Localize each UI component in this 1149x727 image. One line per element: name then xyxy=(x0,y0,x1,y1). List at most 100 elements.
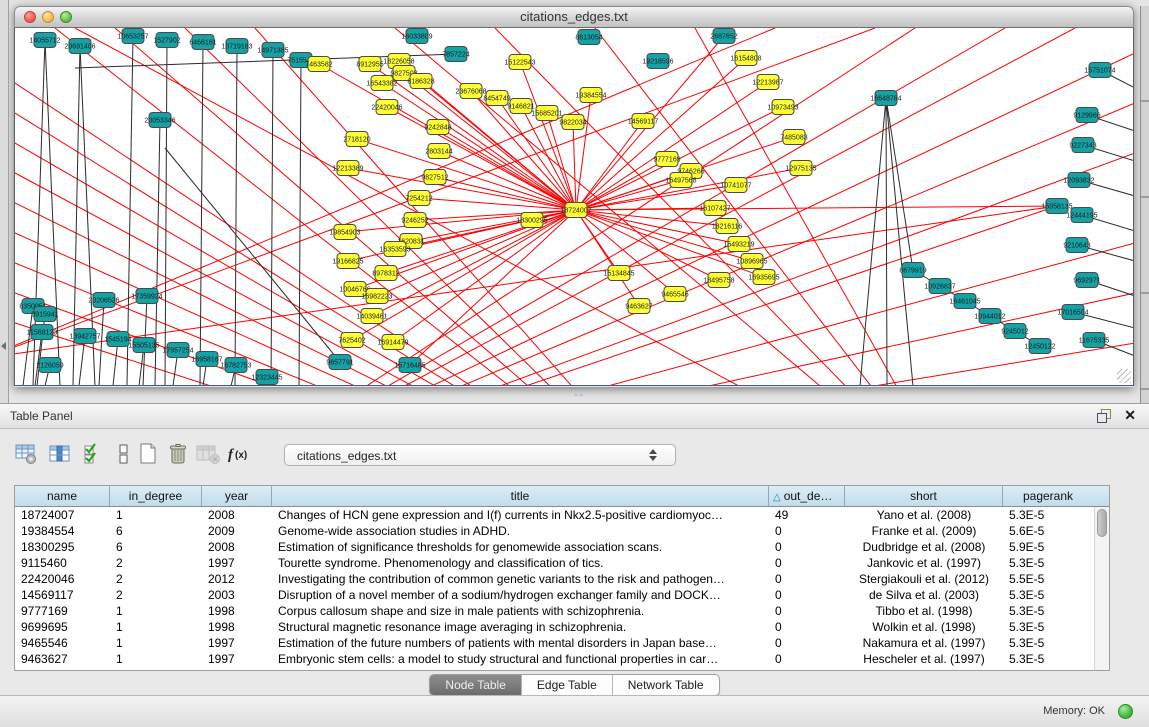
network-graph[interactable]: 1405571220691406106532571527902646616110… xyxy=(15,28,1134,386)
table-settings-icon[interactable] xyxy=(12,440,40,468)
row-height-icon[interactable] xyxy=(110,440,138,468)
network-node[interactable]: 3915941 xyxy=(31,307,58,322)
network-node[interactable]: 9227343 xyxy=(1069,138,1096,153)
table-row[interactable]: 911546021997Tourette syndrome. Phenomeno… xyxy=(15,555,1109,571)
network-node[interactable]: 2803144 xyxy=(425,144,452,159)
memory-status-indicator[interactable] xyxy=(1118,704,1133,719)
network-node[interactable]: 10926837 xyxy=(924,279,955,294)
network-node[interactable]: 9822034 xyxy=(559,115,586,130)
network-node[interactable]: 9657791 xyxy=(326,355,353,370)
float-window-icon[interactable] xyxy=(1097,409,1111,423)
function-builder-icon[interactable]: f(x) xyxy=(226,440,254,468)
network-node[interactable]: 20053346 xyxy=(144,113,175,128)
network-node[interactable]: 12093832 xyxy=(1063,173,1094,188)
network-node[interactable]: 7254212 xyxy=(405,191,432,206)
network-node[interactable]: 9777169 xyxy=(653,152,680,167)
zoom-window-button[interactable] xyxy=(60,11,72,23)
network-node[interactable]: 9463627 xyxy=(625,299,652,314)
network-edge[interactable] xyxy=(235,46,237,386)
network-node[interactable]: 18216116 xyxy=(712,219,743,234)
column-header-title[interactable]: title xyxy=(272,486,769,506)
table-row[interactable]: 946554611997Estimation of the future num… xyxy=(15,635,1109,651)
close-window-button[interactable] xyxy=(24,11,36,23)
network-edge[interactable] xyxy=(200,42,203,386)
left-collapsed-panel[interactable] xyxy=(0,0,9,403)
table-row[interactable]: 946362711997Embryonic stem cells: a mode… xyxy=(15,651,1109,667)
network-node[interactable]: 16782753 xyxy=(220,358,251,373)
network-node[interactable]: 16033809 xyxy=(401,29,432,44)
network-node[interactable]: 16461045 xyxy=(949,294,980,309)
network-node[interactable]: 9129966 xyxy=(1073,108,1100,123)
network-edge[interactable] xyxy=(576,210,639,306)
table-row[interactable]: 2242004622012Investigating the contribut… xyxy=(15,571,1109,587)
select-rows-icon[interactable] xyxy=(80,440,108,468)
network-node[interactable]: 15958135 xyxy=(1041,199,1072,214)
network-edge[interactable] xyxy=(886,98,887,386)
column-header-short[interactable]: short xyxy=(845,486,1003,506)
network-node[interactable]: 14569117 xyxy=(628,114,659,129)
network-edge[interactable] xyxy=(195,103,1134,386)
network-edge[interactable] xyxy=(15,206,1057,358)
network-node[interactable]: 16543382 xyxy=(366,76,397,91)
network-node[interactable]: 17016504 xyxy=(1057,305,1088,320)
right-scroll-strip[interactable] xyxy=(1140,6,1149,403)
window-titlebar[interactable]: citations_edges.txt xyxy=(14,6,1134,28)
network-node[interactable]: 16154808 xyxy=(730,51,761,66)
network-edge[interactable] xyxy=(195,153,1134,386)
network-node[interactable]: 9210643 xyxy=(1063,238,1090,253)
network-edge[interactable] xyxy=(99,300,104,386)
network-edge[interactable] xyxy=(15,263,715,386)
network-node[interactable]: 19854903 xyxy=(329,225,360,240)
table-scrollbar[interactable] xyxy=(1094,507,1109,670)
network-node[interactable]: 7625402 xyxy=(338,333,365,348)
network-node[interactable]: 8813054 xyxy=(575,30,602,45)
network-edge[interactable] xyxy=(165,148,340,362)
network-node[interactable]: 7485083 xyxy=(780,130,807,145)
network-node[interactable]: 15134845 xyxy=(603,266,634,281)
network-edge[interactable] xyxy=(75,28,965,386)
network-node[interactable]: 17957254 xyxy=(162,343,193,358)
network-node[interactable]: 23676068 xyxy=(455,84,486,99)
network-node[interactable]: 9827512 xyxy=(421,170,448,185)
network-node[interactable]: 8978312 xyxy=(372,266,399,281)
network-node[interactable]: 10741077 xyxy=(720,178,751,193)
column-header-in_degree[interactable]: in_degree xyxy=(110,486,202,506)
network-node[interactable]: 11568123 xyxy=(27,325,58,340)
table-scrollbar-thumb[interactable] xyxy=(1097,509,1107,537)
network-node[interactable]: 18300295 xyxy=(516,213,547,228)
network-edge[interactable] xyxy=(185,28,715,386)
network-node[interactable]: 14055712 xyxy=(29,33,60,48)
table-row[interactable]: 1872400712008Changes of HCN gene express… xyxy=(15,507,1109,523)
tab-node-table[interactable]: Node Table xyxy=(430,675,522,695)
network-node[interactable]: 10973493 xyxy=(767,100,798,115)
network-node[interactable]: 10896965 xyxy=(736,254,767,269)
network-node[interactable]: 18495758 xyxy=(703,273,734,288)
network-node[interactable]: 2687652 xyxy=(710,29,737,44)
network-node[interactable]: 10719183 xyxy=(221,39,252,54)
network-node[interactable]: 7463582 xyxy=(305,57,332,72)
network-node[interactable]: 16935695 xyxy=(748,270,779,285)
network-node[interactable]: 16982223 xyxy=(361,289,392,304)
network-edge[interactable] xyxy=(271,50,273,386)
network-node[interactable]: 9246252 xyxy=(401,213,428,228)
network-node[interactable]: 8912955 xyxy=(356,57,383,72)
network-node[interactable]: 20206526 xyxy=(88,293,119,308)
network-edge[interactable] xyxy=(357,139,576,210)
tab-network-table[interactable]: Network Table xyxy=(613,675,719,695)
network-node[interactable]: 12323445 xyxy=(251,370,282,385)
network-node[interactable]: 19166825 xyxy=(332,254,363,269)
network-node[interactable]: 18724007 xyxy=(560,203,591,218)
network-canvas[interactable]: 1405571220691406106532571527902646616110… xyxy=(14,28,1134,386)
canvas-resize-grip[interactable] xyxy=(1117,369,1131,383)
network-node[interactable]: 12975135 xyxy=(785,161,816,176)
network-node[interactable]: 8679919 xyxy=(899,263,926,278)
network-edge[interactable] xyxy=(576,180,681,210)
network-node[interactable]: 1527902 xyxy=(153,33,180,48)
close-panel-icon[interactable]: ✕ xyxy=(1124,407,1136,424)
network-node[interactable]: 20691406 xyxy=(64,39,95,54)
network-node[interactable]: 16107427 xyxy=(699,201,730,216)
network-edge[interactable] xyxy=(573,122,576,210)
network-node[interactable]: 6466161 xyxy=(189,35,216,50)
network-node[interactable]: 9242848 xyxy=(424,120,451,135)
network-node[interactable]: 8186328 xyxy=(407,74,434,89)
